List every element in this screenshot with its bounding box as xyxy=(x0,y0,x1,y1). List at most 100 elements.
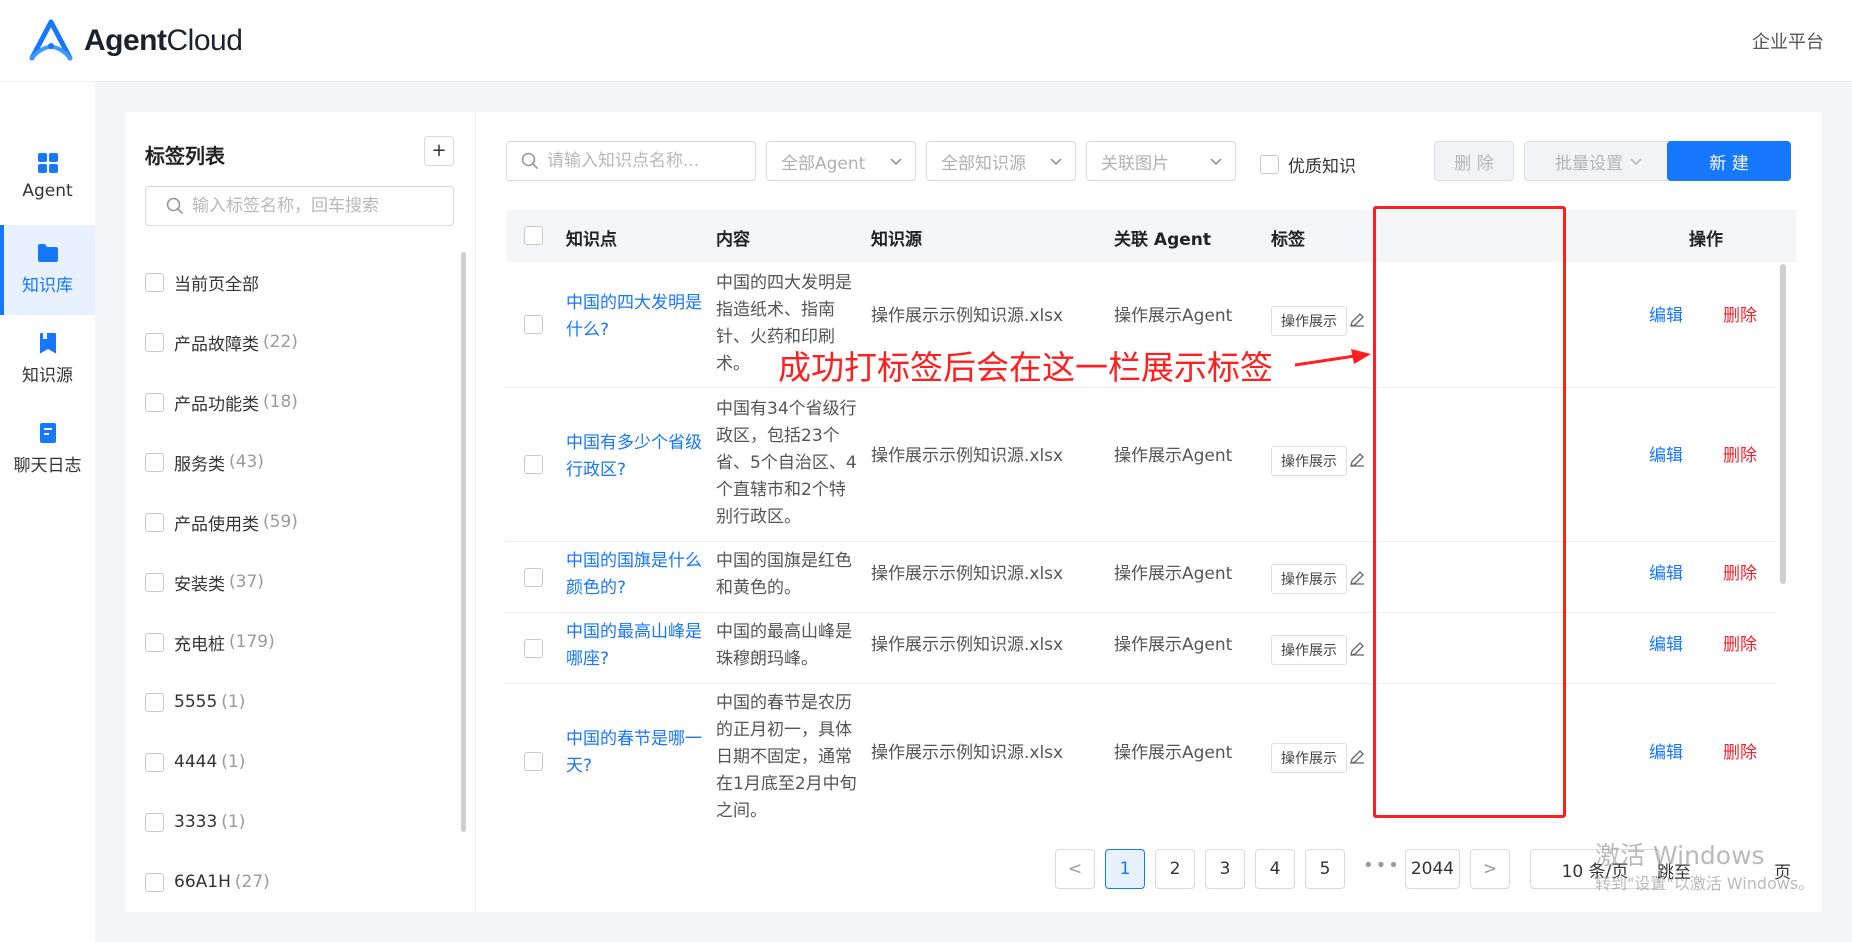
quality-label: 优质知识 xyxy=(1288,157,1356,177)
tag-name: 产品功能类 xyxy=(174,394,259,415)
add-tag-button[interactable]: + xyxy=(424,136,454,166)
tag-item[interactable]: 当前页全部 xyxy=(145,252,445,312)
enterprise-platform-link[interactable]: 企业平台 xyxy=(1752,28,1824,54)
prev-page-button[interactable]: < xyxy=(1055,849,1095,889)
column-header-agent: 关联 Agent xyxy=(1114,230,1212,250)
agent-cell: 操作展示Agent xyxy=(1114,635,1233,655)
edit-link[interactable]: 编辑 xyxy=(1649,443,1683,470)
nav-label: 知识库 xyxy=(22,276,73,296)
tag-checkbox[interactable] xyxy=(145,452,164,472)
edit-link[interactable]: 编辑 xyxy=(1649,632,1683,659)
edit-tag-icon[interactable] xyxy=(1348,569,1366,587)
tag-checkbox[interactable] xyxy=(145,392,164,412)
source-cell: 操作展示示例知识源.xlsx xyxy=(871,564,1064,584)
page-button-last[interactable]: 2044 xyxy=(1405,849,1460,889)
row-checkbox[interactable] xyxy=(524,568,543,587)
tag-name: 产品故障类 xyxy=(174,334,259,355)
tag-checkbox[interactable] xyxy=(145,752,164,772)
row-checkbox[interactable] xyxy=(524,639,543,658)
nav-item-knowledge-base[interactable]: 知识库 xyxy=(0,225,95,315)
batch-settings-button[interactable]: 批量设置 xyxy=(1524,141,1674,181)
tag-item[interactable]: 4444 (1) xyxy=(145,732,445,792)
tag-count: (179) xyxy=(229,632,275,652)
tag-item[interactable]: 产品功能类 (18) xyxy=(145,372,445,432)
delete-link[interactable]: 删除 xyxy=(1723,740,1757,767)
edit-link[interactable]: 编辑 xyxy=(1649,561,1683,588)
new-knowledge-button[interactable]: 新 建 xyxy=(1667,141,1791,181)
edit-tag-icon[interactable] xyxy=(1348,748,1366,766)
knowledge-search-input[interactable] xyxy=(547,151,737,171)
content-cell: 中国的春节是农历 的正月初一，具体 日期不固定，通常 在1月底至2月中旬 之间。 xyxy=(716,693,857,821)
agent-filter-select[interactable]: 全部Agent xyxy=(766,141,916,181)
tag-column-highlight-box xyxy=(1373,206,1566,818)
edit-tag-icon[interactable] xyxy=(1348,640,1366,658)
page-button-2[interactable]: 2 xyxy=(1155,849,1195,889)
edit-tag-icon[interactable] xyxy=(1348,311,1366,329)
table-scrollbar[interactable] xyxy=(1780,264,1786,584)
tag-name: 安装类 xyxy=(174,574,225,595)
question-link[interactable]: 中国的国旗是什么 颜色的? xyxy=(566,548,702,602)
delete-button[interactable]: 删 除 xyxy=(1434,141,1514,181)
question-link[interactable]: 中国有多少个省级 行政区? xyxy=(566,430,702,484)
delete-link[interactable]: 删除 xyxy=(1723,632,1757,659)
tag-checkbox[interactable] xyxy=(145,692,164,712)
agentcloud-logo[interactable]: AgentCloud xyxy=(26,18,243,64)
tag-checkbox[interactable] xyxy=(145,332,164,352)
tag-checkbox[interactable] xyxy=(145,872,164,892)
tag-checkbox[interactable] xyxy=(145,632,164,652)
tag-checkbox[interactable] xyxy=(145,572,164,592)
tag-item[interactable]: 5555 (1) xyxy=(145,672,445,732)
nav-label: 聊天日志 xyxy=(13,456,82,476)
tag-search-box[interactable] xyxy=(145,186,454,226)
source-filter-select[interactable]: 全部知识源 xyxy=(926,141,1076,181)
page-button-1[interactable]: 1 xyxy=(1105,849,1145,889)
tag-item[interactable]: 66A1H (27) xyxy=(145,852,445,912)
tag-chip: 操作展示 xyxy=(1271,564,1347,594)
page-button-3[interactable]: 3 xyxy=(1205,849,1245,889)
tag-search-input[interactable] xyxy=(192,196,432,216)
question-link[interactable]: 中国的最高山峰是 哪座? xyxy=(566,619,702,673)
question-link[interactable]: 中国的春节是哪一 天? xyxy=(566,726,702,780)
tag-name: 充电桩 xyxy=(174,634,225,655)
nav-item-agent[interactable]: Agent xyxy=(0,135,95,225)
tag-item[interactable]: 3333 (1) xyxy=(145,792,445,852)
delete-link[interactable]: 删除 xyxy=(1723,443,1757,470)
tag-item[interactable]: 安装类 (37) xyxy=(145,552,445,612)
edit-link[interactable]: 编辑 xyxy=(1649,740,1683,767)
edit-tag-icon[interactable] xyxy=(1348,451,1366,469)
page-button-5[interactable]: 5 xyxy=(1305,849,1345,889)
quality-checkbox[interactable] xyxy=(1260,155,1279,174)
quality-knowledge-toggle[interactable]: 优质知识 xyxy=(1260,152,1356,177)
tag-item[interactable]: 充电桩 (179) xyxy=(145,612,445,672)
row-checkbox[interactable] xyxy=(524,315,543,334)
tag-item[interactable]: 产品故障类 (22) xyxy=(145,312,445,372)
select-all-checkbox[interactable] xyxy=(524,226,543,245)
batch-settings-label: 批量设置 xyxy=(1555,153,1623,174)
tag-item[interactable]: 服务类 (43) xyxy=(145,432,445,492)
nav-item-chat-log[interactable]: 聊天日志 xyxy=(0,405,95,495)
next-page-button[interactable]: > xyxy=(1470,849,1510,889)
chevron-down-icon xyxy=(890,158,902,166)
edit-link[interactable]: 编辑 xyxy=(1649,303,1683,330)
image-filter-select[interactable]: 关联图片 xyxy=(1086,141,1236,181)
tag-count: (22) xyxy=(263,332,298,352)
delete-link[interactable]: 删除 xyxy=(1723,303,1757,330)
tag-count: (18) xyxy=(263,392,298,412)
page-button-4[interactable]: 4 xyxy=(1255,849,1295,889)
question-link[interactable]: 中国的四大发明是 什么? xyxy=(566,290,702,344)
tag-checkbox[interactable] xyxy=(145,812,164,832)
tag-list-scrollbar[interactable] xyxy=(461,252,466,832)
knowledge-search-box[interactable] xyxy=(506,141,756,181)
nav-item-knowledge-source[interactable]: 知识源 xyxy=(0,315,95,405)
column-header-content: 内容 xyxy=(716,230,750,250)
tag-count: (37) xyxy=(229,572,264,592)
tag-item[interactable]: 产品使用类 (59) xyxy=(145,492,445,552)
tag-checkbox[interactable] xyxy=(145,512,164,532)
tag-count: (27) xyxy=(234,872,270,892)
row-checkbox[interactable] xyxy=(524,752,543,771)
page-ellipsis[interactable]: ••• xyxy=(1363,855,1401,876)
tag-checkbox[interactable] xyxy=(145,272,164,292)
nav-label: Agent xyxy=(22,181,73,201)
row-checkbox[interactable] xyxy=(524,455,543,474)
delete-link[interactable]: 删除 xyxy=(1723,561,1757,588)
